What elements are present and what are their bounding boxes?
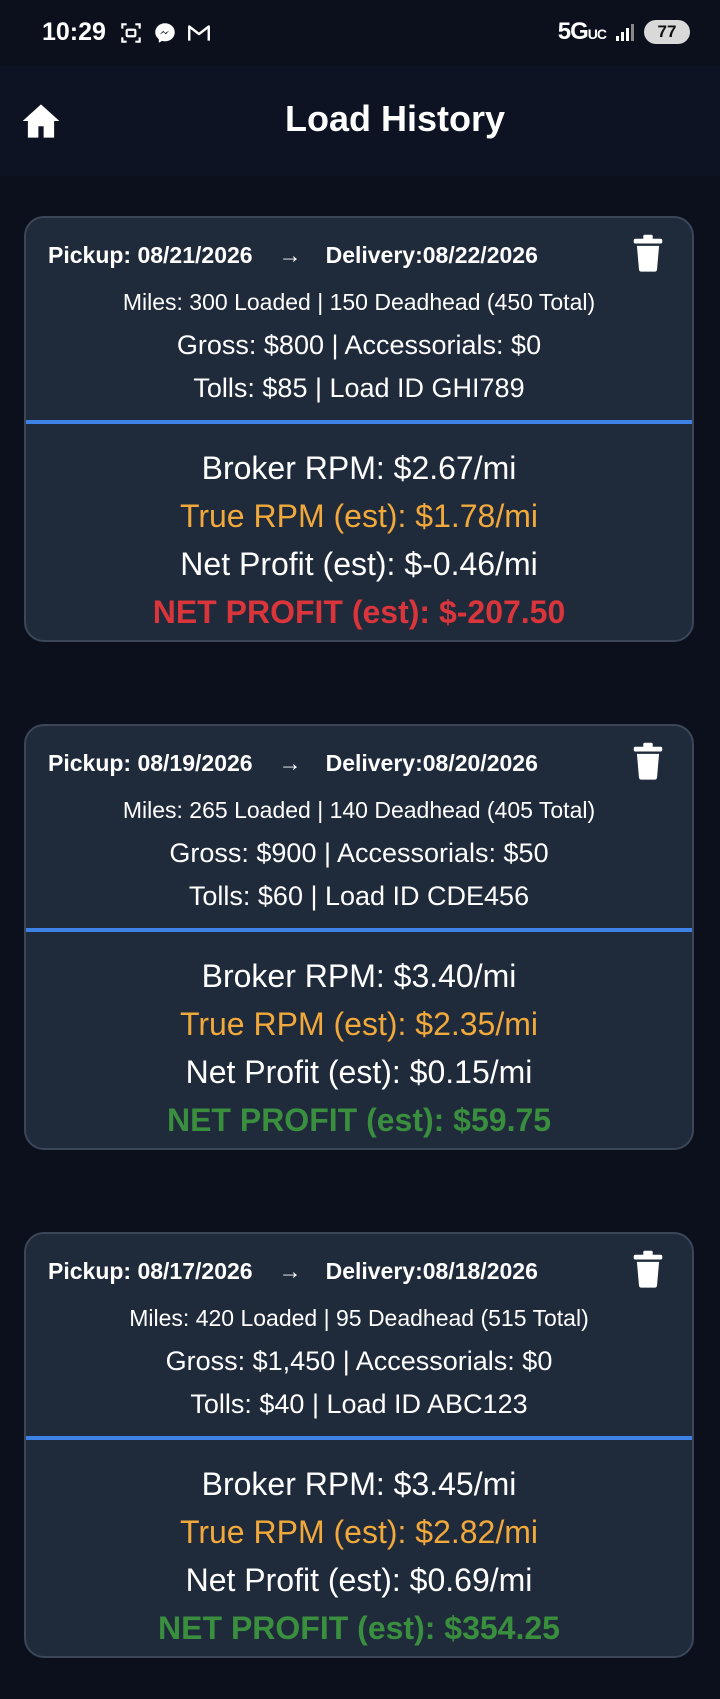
delivery-date: Delivery:08/20/2026 xyxy=(325,750,538,776)
status-bar: 10:29 5GUC 77 xyxy=(0,0,720,66)
delivery-date: Delivery:08/18/2026 xyxy=(325,1258,538,1284)
true-rpm: True RPM (est): $1.78/mi xyxy=(179,498,538,534)
gross-info: Gross: $1,450 | Accessorials: $0 xyxy=(165,1346,553,1376)
miles-info: Miles: 300 Loaded | 150 Deadhead (450 To… xyxy=(122,289,596,315)
profit-summary: Broker RPM: $2.67/mi True RPM (est): $1.… xyxy=(26,424,692,640)
net-profit-rate: Net Profit (est): $0.15/mi xyxy=(185,1054,533,1090)
gross-info: Gross: $800 | Accessorials: $0 xyxy=(176,330,542,360)
net-profit-rate: Net Profit (est): $0.69/mi xyxy=(185,1562,533,1598)
delivery-date: Delivery:08/22/2026 xyxy=(325,242,538,268)
date-row: Pickup: 08/21/2026 → Delivery:08/22/2026 xyxy=(48,242,538,269)
net-profit-total: NET PROFIT (est): $354.25 xyxy=(158,1610,560,1646)
notification-icons xyxy=(118,20,212,46)
pickup-date: Pickup: 08/17/2026 xyxy=(48,1258,253,1284)
load-card[interactable]: Pickup: 08/21/2026 → Delivery:08/22/2026 M… xyxy=(24,216,694,642)
date-row: Pickup: 08/17/2026 → Delivery:08/18/2026 xyxy=(48,1258,538,1285)
tolls-info: Tolls: $85 | Load ID GHI789 xyxy=(193,373,525,403)
battery-indicator: 77 xyxy=(644,20,690,44)
status-time: 10:29 xyxy=(42,18,106,46)
gmail-icon xyxy=(188,25,210,41)
messenger-icon xyxy=(155,23,175,43)
load-card[interactable]: Pickup: 08/19/2026 → Delivery:08/20/2026 M… xyxy=(24,724,694,1150)
miles-info: Miles: 420 Loaded | 95 Deadhead (515 Tot… xyxy=(129,1305,589,1331)
true-rpm: True RPM (est): $2.35/mi xyxy=(179,1006,538,1042)
signal-icon xyxy=(616,24,634,41)
arrow-icon: → xyxy=(278,750,302,776)
profit-summary: Broker RPM: $3.40/mi True RPM (est): $2.… xyxy=(26,932,692,1148)
pickup-date: Pickup: 08/21/2026 xyxy=(48,242,253,268)
app-header: Load History xyxy=(0,66,720,176)
trash-icon[interactable] xyxy=(632,234,664,272)
net-profit-total: NET PROFIT (est): $59.75 xyxy=(166,1102,552,1138)
load-details: Pickup: 08/19/2026 → Delivery:08/20/2026 M… xyxy=(26,726,692,928)
network-indicator: 5GUC xyxy=(557,18,607,45)
net-profit-rate: Net Profit (est): $-0.46/mi xyxy=(180,546,538,582)
screenshot-icon xyxy=(121,23,141,43)
tolls-info: Tolls: $40 | Load ID ABC123 xyxy=(190,1389,528,1419)
trash-icon[interactable] xyxy=(632,1250,664,1288)
date-row: Pickup: 08/19/2026 → Delivery:08/20/2026 xyxy=(48,750,538,777)
arrow-icon: → xyxy=(278,1258,302,1284)
miles-info: Miles: 265 Loaded | 140 Deadhead (405 To… xyxy=(122,797,596,823)
gross-info: Gross: $900 | Accessorials: $50 xyxy=(169,838,549,868)
page-title: Load History xyxy=(284,98,506,139)
load-details: Pickup: 08/17/2026 → Delivery:08/18/2026 M… xyxy=(26,1234,692,1436)
broker-rpm: Broker RPM: $3.40/mi xyxy=(201,958,517,994)
load-details: Pickup: 08/21/2026 → Delivery:08/22/2026 M… xyxy=(26,218,692,420)
profit-summary: Broker RPM: $3.45/mi True RPM (est): $2.… xyxy=(26,1440,692,1656)
status-right: 5GUC 77 xyxy=(558,18,690,46)
broker-rpm: Broker RPM: $3.45/mi xyxy=(201,1466,517,1502)
load-card[interactable]: Pickup: 08/17/2026 → Delivery:08/18/2026 M… xyxy=(24,1232,694,1658)
true-rpm: True RPM (est): $2.82/mi xyxy=(179,1514,538,1550)
net-profit-total: NET PROFIT (est): $-207.50 xyxy=(152,594,566,630)
trash-icon[interactable] xyxy=(632,742,664,780)
arrow-icon: → xyxy=(278,242,302,268)
broker-rpm: Broker RPM: $2.67/mi xyxy=(201,450,517,486)
pickup-date: Pickup: 08/19/2026 xyxy=(48,750,253,776)
tolls-info: Tolls: $60 | Load ID CDE456 xyxy=(188,881,530,911)
